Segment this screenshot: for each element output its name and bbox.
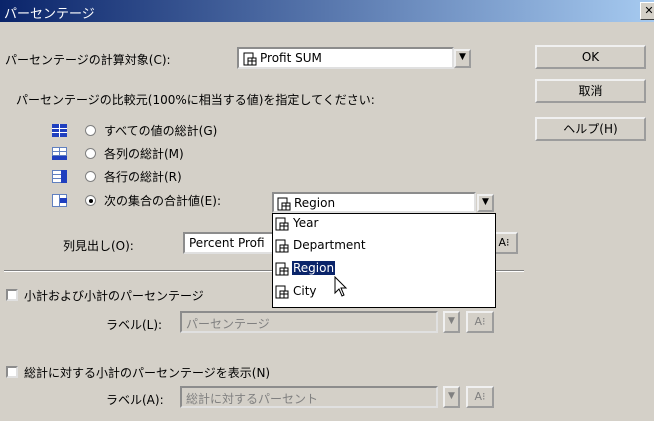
chevron-down-icon: ▼ (448, 316, 455, 326)
list-item-label: City (293, 284, 317, 298)
subtotal-label-value: パーセンテージ (186, 317, 270, 331)
close-icon: ✕ (644, 4, 654, 17)
radio-grand-total-label[interactable]: すべての値の総計(G) (104, 122, 217, 139)
column-header-value: Percent Profi (189, 236, 265, 250)
dimension-icon (277, 197, 291, 210)
list-item-label: Year (293, 216, 319, 230)
subtotal-format-button[interactable]: A⁝ (466, 311, 494, 333)
set-value: Region (294, 196, 336, 210)
total-label-value: 総計に対するパーセント (186, 392, 319, 406)
total-label-label: ラベル(A): (106, 393, 164, 407)
list-item-selected[interactable]: Region (275, 260, 337, 281)
font-format-icon: A⁝ (474, 390, 486, 403)
chevron-down-icon: ▼ (482, 197, 489, 207)
radio-row-total[interactable] (85, 171, 96, 182)
subtotal-checkbox-label[interactable]: 小計および小計のパーセンテージ (24, 287, 204, 304)
chevron-down-icon: ▼ (459, 52, 466, 62)
dimension-icon (275, 217, 289, 230)
list-item-label: Region (290, 260, 337, 276)
subtotal-checkbox[interactable] (6, 289, 18, 301)
radio-set-total-label[interactable]: 次の集合の合計値(E): (104, 192, 221, 209)
title-bar: パーセンテージ ✕ (0, 0, 654, 22)
list-item[interactable]: City (275, 284, 318, 304)
set-combo[interactable]: Region (272, 192, 476, 213)
base-heading: パーセンテージの比較元(100%に相当する値)を指定してください: (16, 93, 375, 107)
total-format-button[interactable]: A⁝ (466, 386, 494, 408)
row-total-icon (52, 170, 67, 183)
set-combo-arrow[interactable]: ▼ (477, 194, 494, 212)
set-total-icon (52, 194, 67, 207)
measure-icon (243, 52, 257, 65)
radio-column-total[interactable] (85, 148, 96, 159)
ok-button[interactable]: OK (535, 45, 646, 69)
total-checkbox-label[interactable]: 総計に対する小計のパーセンテージを表示(N) (24, 364, 270, 381)
subtotal-label-label: ラベル(L): (106, 318, 163, 332)
target-value: Profit SUM (260, 51, 322, 65)
list-item[interactable]: Department (275, 238, 367, 258)
target-combo-arrow[interactable]: ▼ (454, 49, 471, 68)
cancel-button[interactable]: 取消 (535, 79, 646, 103)
total-checkbox[interactable] (6, 366, 18, 378)
window-title: パーセンテージ (4, 7, 95, 22)
radio-row-total-label[interactable]: 各行の総計(R) (104, 168, 182, 185)
dimension-icon (275, 262, 289, 275)
radio-set-total[interactable] (85, 195, 96, 206)
column-header-label: 列見出し(O): (63, 239, 134, 253)
dimension-icon (275, 239, 289, 252)
dimension-icon (275, 285, 289, 298)
subtotal-combo-arrow[interactable]: ▼ (443, 311, 460, 333)
font-format-icon: A⁝ (498, 236, 510, 249)
total-label-input[interactable]: 総計に対するパーセント (180, 386, 438, 408)
help-button[interactable]: ヘルプ(H) (535, 117, 646, 141)
radio-grand-total[interactable] (85, 125, 96, 136)
font-format-icon: A⁝ (474, 315, 486, 328)
subtotal-label-input[interactable]: パーセンテージ (180, 311, 438, 333)
target-combo[interactable]: Profit SUM (237, 47, 454, 69)
list-item[interactable]: Year (275, 216, 319, 236)
mouse-cursor-icon (334, 276, 348, 297)
set-dropdown-list[interactable]: Year Department Region City (272, 213, 496, 308)
grand-total-icon (52, 124, 67, 137)
target-label: パーセンテージの計算対象(C): (5, 53, 171, 67)
total-combo-arrow[interactable]: ▼ (443, 386, 460, 408)
column-total-icon (52, 147, 67, 160)
list-item-label: Department (293, 238, 366, 252)
radio-column-total-label[interactable]: 各列の総計(M) (104, 145, 184, 162)
chevron-down-icon: ▼ (448, 391, 455, 401)
close-button[interactable]: ✕ (640, 2, 654, 20)
